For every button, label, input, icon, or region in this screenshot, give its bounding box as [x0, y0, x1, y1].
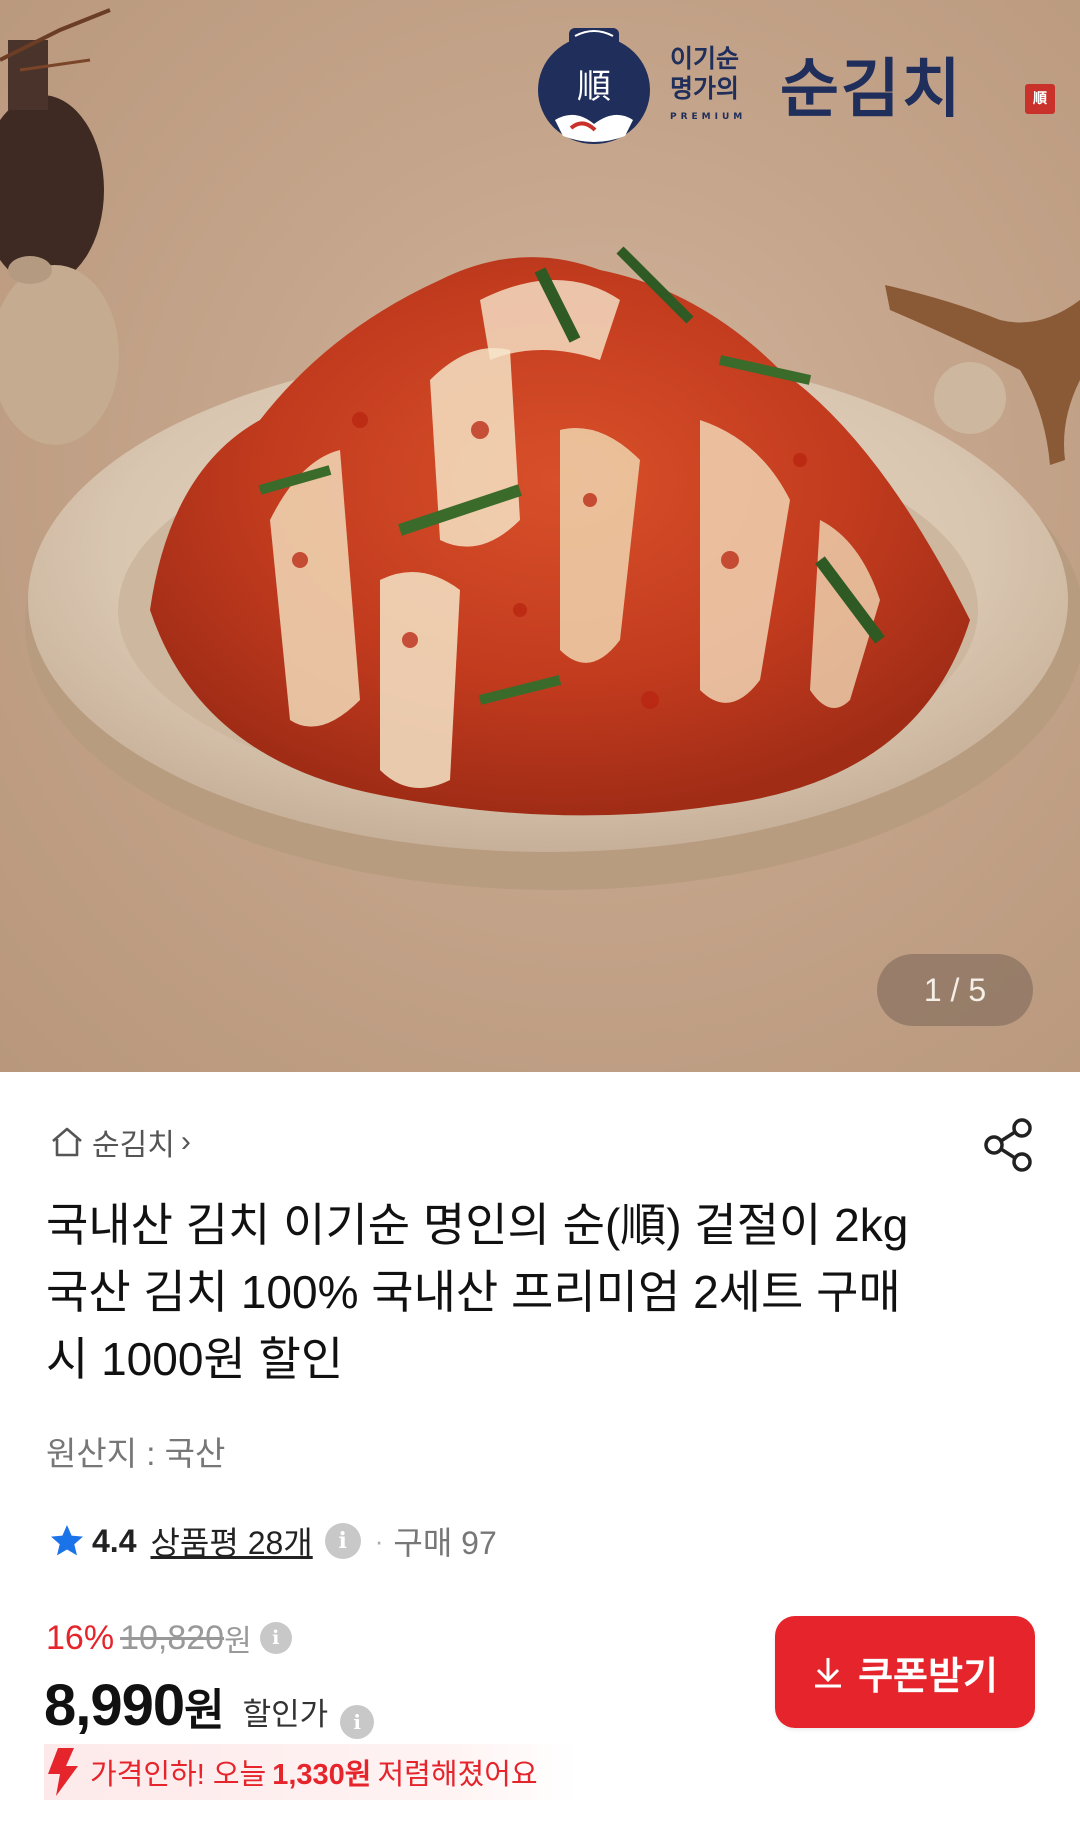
- home-icon: [52, 1127, 82, 1157]
- separator-dot: ·: [374, 1525, 384, 1556]
- info-icon[interactable]: i: [340, 1705, 375, 1739]
- store-link[interactable]: 순김치 ›: [48, 1120, 191, 1164]
- image-page-indicator: 1 / 5: [877, 954, 1033, 1026]
- product-title: 국내산 김치 이기순 명인의 순(順) 겉절이 2kg 국산 김치 100% 국…: [46, 1199, 909, 1385]
- discount-row: 16% 10,820 원 i: [46, 1616, 292, 1660]
- brand-name: 순김치: [780, 52, 963, 127]
- share-icon[interactable]: [982, 1116, 1036, 1174]
- product-image-carousel[interactable]: 順 이기순 명가의 PREMIUM 순김치 順 1 / 5: [0, 0, 1080, 1072]
- star-icon: [51, 1525, 83, 1556]
- purchase-count: 구매 97: [393, 1525, 497, 1561]
- svg-text:順: 順: [577, 67, 611, 107]
- price-drop-banner: 가격인하! 오늘 1,330원 저렴해졌어요: [44, 1744, 578, 1800]
- product-info-section: 순김치 › 국내산 김치 이기순 명인의 순(順) 겉절이 2kg 국산 김치 …: [0, 1072, 1080, 1829]
- sale-price-row: 8,990 원 할인가 i: [44, 1672, 375, 1739]
- brand-subtitle: 이기순 명가의: [670, 44, 740, 103]
- review-count-link[interactable]: 상품평 28개: [150, 1518, 312, 1564]
- coupon-button-label: 쿠폰받기: [858, 1655, 998, 1698]
- price-drop-suffix: 저렴해졌어요: [377, 1759, 538, 1791]
- brand-logo: 順 이기순 명가의 PREMIUM 순김치 順: [535, 24, 1055, 154]
- discount-rate: 16%: [46, 1618, 115, 1657]
- product-origin: 원산지 : 국산: [46, 1435, 226, 1472]
- brand-emblem-icon: 順: [538, 28, 650, 144]
- sale-price-unit: 원: [184, 1686, 225, 1735]
- coupon-download-button[interactable]: 쿠폰받기: [775, 1616, 1035, 1728]
- download-arrow-icon: [815, 1658, 842, 1688]
- info-icon[interactable]: i: [324, 1523, 361, 1559]
- info-icon[interactable]: i: [259, 1622, 292, 1654]
- price-drop-amount: 1,330원: [272, 1759, 372, 1791]
- sale-price: 8,990: [44, 1673, 185, 1738]
- rating-value: 4.4: [92, 1522, 137, 1559]
- rating-row: 4.4 상품평 28개 i · 구매 97: [48, 1518, 497, 1564]
- price-drop-arrow-icon: [48, 1748, 78, 1796]
- original-price: 10,820: [120, 1618, 225, 1657]
- store-name: 순김치: [92, 1129, 175, 1162]
- brand-seal: 順: [1025, 84, 1055, 114]
- price-drop-prefix: 가격인하! 오늘: [90, 1759, 267, 1791]
- original-price-unit: 원: [224, 1625, 252, 1658]
- sale-price-label: 할인가: [242, 1697, 329, 1732]
- kimchi-product-photo: [0, 8, 1080, 890]
- chevron-right-icon: ›: [180, 1125, 191, 1158]
- brand-premium-label: PREMIUM: [670, 112, 747, 122]
